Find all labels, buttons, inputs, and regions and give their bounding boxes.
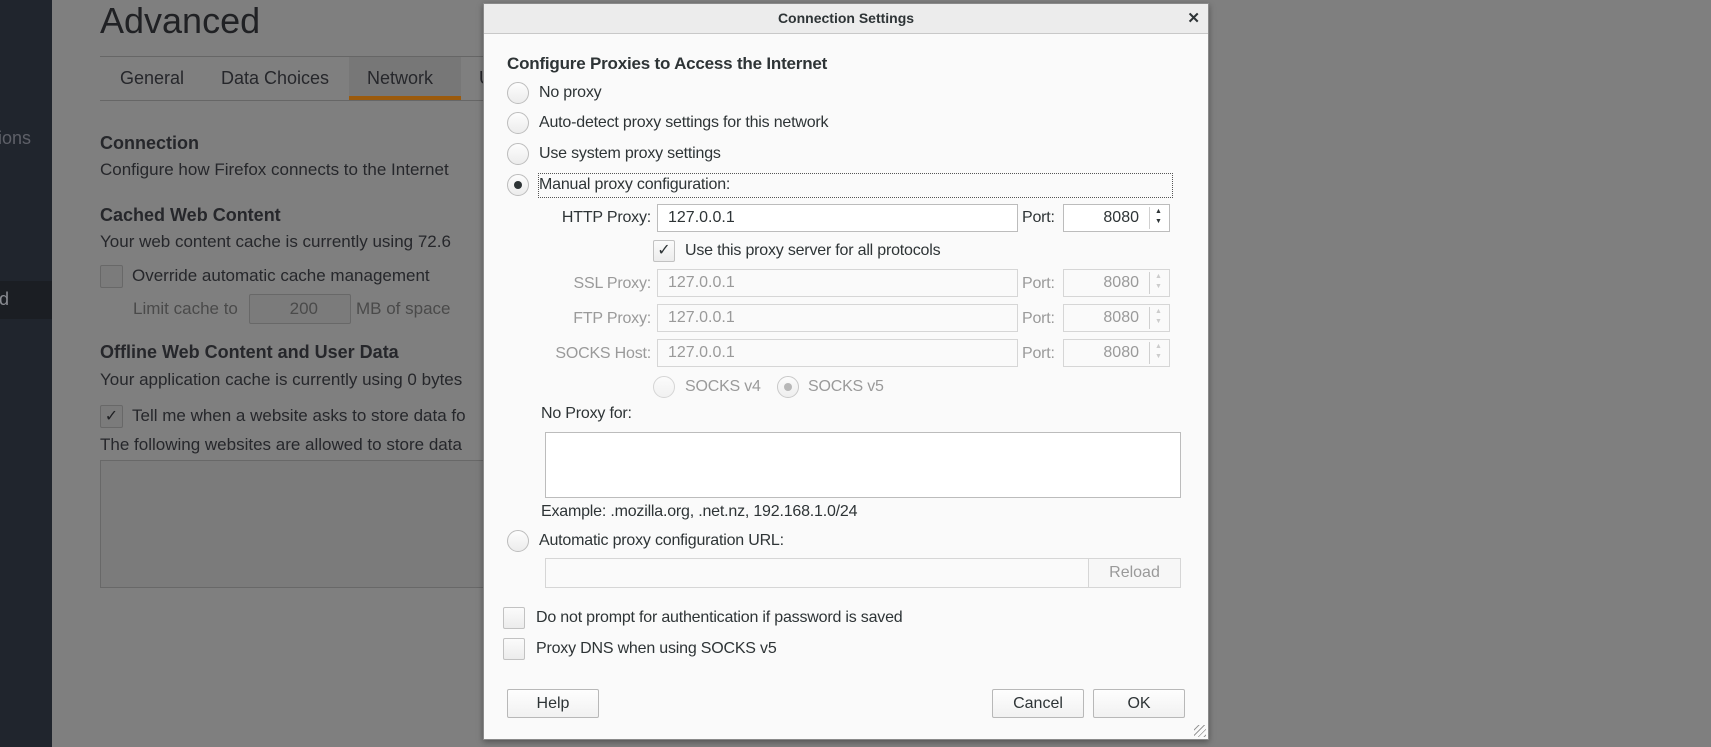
limit-cache-value: 200 (289, 299, 318, 318)
reload-button[interactable]: Reload (1088, 558, 1181, 588)
proxy-dns-label: Proxy DNS when using SOCKS v5 (536, 640, 777, 657)
auto-config-url-radio[interactable] (507, 530, 529, 552)
manual-proxy-label: Manual proxy configuration: (539, 176, 731, 193)
sidebar: ions d (0, 0, 52, 747)
cache-heading: Cached Web Content (100, 205, 281, 225)
spin-down-icon[interactable]: ▼ (1150, 217, 1167, 227)
no-proxy-radio[interactable] (507, 82, 529, 104)
checkmark-icon: ✓ (657, 242, 671, 259)
socks-host-label: SOCKS Host: (555, 345, 651, 362)
port-spinner[interactable]: ▲ ▼ (1149, 272, 1167, 294)
tell-me-checkbox[interactable]: ✓ (100, 405, 123, 428)
port-spinner[interactable]: ▲ ▼ (1149, 207, 1167, 229)
dialog-titlebar[interactable]: Connection Settings ✕ (484, 4, 1208, 34)
cache-desc: Your web content cache is currently usin… (100, 232, 451, 251)
http-port-label: Port: (1022, 209, 1055, 226)
auto-detect-label: Auto-detect proxy settings for this netw… (539, 114, 829, 131)
ok-button[interactable]: OK (1093, 689, 1185, 718)
ssl-proxy-value: 127.0.0.1 (668, 274, 735, 291)
port-spinner[interactable]: ▲ ▼ (1149, 342, 1167, 364)
socks-v4-label: SOCKS v4 (685, 378, 761, 395)
socks-port-input[interactable]: 8080 ▲ ▼ (1063, 339, 1170, 367)
connection-heading: Connection (100, 133, 199, 153)
proxy-dns-checkbox[interactable] (503, 638, 525, 660)
socks-host-input[interactable]: 127.0.0.1 (657, 339, 1018, 367)
offline-desc: Your application cache is currently usin… (100, 370, 463, 389)
ftp-proxy-value: 127.0.0.1 (668, 309, 735, 326)
close-icon[interactable]: ✕ (1187, 9, 1200, 27)
page-title: Advanced (100, 0, 261, 41)
system-proxy-label: Use system proxy settings (539, 145, 721, 162)
no-proxy-label: No proxy (539, 84, 602, 101)
tabs-bottom-divider (100, 100, 500, 101)
proxy-heading: Configure Proxies to Access the Internet (507, 54, 828, 73)
auto-detect-radio[interactable] (507, 112, 529, 134)
http-proxy-label: HTTP Proxy: (561, 209, 651, 226)
spin-up-icon[interactable]: ▲ (1150, 207, 1167, 217)
port-spinner[interactable]: ▲ ▼ (1149, 307, 1167, 329)
socks-v5-radio[interactable] (777, 376, 799, 398)
no-prompt-auth-checkbox[interactable] (503, 607, 525, 629)
connection-desc: Configure how Firefox connects to the In… (100, 160, 449, 179)
socks-host-value: 127.0.0.1 (668, 344, 735, 361)
cancel-button[interactable]: Cancel (992, 689, 1084, 718)
auto-config-url-input[interactable] (545, 558, 1089, 588)
ssl-proxy-label: SSL Proxy: (573, 275, 652, 292)
system-proxy-radio[interactable] (507, 143, 529, 165)
ssl-port-input[interactable]: 8080 ▲ ▼ (1063, 269, 1170, 297)
all-protocols-label: Use this proxy server for all protocols (685, 242, 941, 259)
auto-config-url-label: Automatic proxy configuration URL: (539, 532, 784, 549)
sidebar-item-advanced[interactable]: d (0, 281, 52, 319)
tell-me-label: Tell me when a website asks to store dat… (132, 406, 466, 425)
sidebar-item-label: d (0, 289, 10, 309)
socks-port-label: Port: (1022, 345, 1055, 362)
http-proxy-input[interactable]: 127.0.0.1 (657, 204, 1018, 232)
checkmark-icon: ✓ (104, 408, 119, 425)
help-button[interactable]: Help (507, 689, 599, 718)
tab-general[interactable]: General (102, 57, 202, 100)
allowed-sites-label: The following websites are allowed to st… (100, 435, 462, 454)
http-port-value: 8080 (1103, 209, 1139, 226)
all-protocols-checkbox[interactable]: ✓ (653, 240, 675, 262)
tab-data-choices[interactable]: Data Choices (203, 57, 347, 100)
no-proxy-for-label: No Proxy for: (541, 405, 632, 422)
socks-port-value: 8080 (1103, 344, 1139, 361)
allowed-sites-list[interactable] (100, 460, 500, 588)
ftp-port-value: 8080 (1103, 309, 1139, 326)
ftp-port-label: Port: (1022, 310, 1055, 327)
sidebar-item-label: ions (0, 128, 32, 148)
dialog-title: Connection Settings (777, 10, 915, 26)
no-prompt-auth-label: Do not prompt for authentication if pass… (536, 609, 903, 626)
offline-heading: Offline Web Content and User Data (100, 342, 399, 362)
limit-cache-unit: MB of space (356, 299, 451, 318)
no-proxy-example: Example: .mozilla.org, .net.nz, 192.168.… (541, 503, 858, 520)
http-port-input[interactable]: 8080 ▲ ▼ (1063, 204, 1170, 232)
socks-v4-radio[interactable] (653, 376, 675, 398)
no-proxy-for-textarea[interactable] (545, 432, 1181, 498)
sidebar-item-applications[interactable]: ions (0, 128, 31, 149)
limit-cache-label: Limit cache to (133, 299, 238, 318)
limit-cache-input[interactable]: 200 (249, 294, 351, 324)
ssl-port-value: 8080 (1103, 274, 1139, 291)
manual-proxy-radio[interactable] (507, 174, 529, 196)
tab-network[interactable]: Network (349, 57, 461, 100)
override-cache-label: Override automatic cache management (132, 266, 430, 285)
connection-settings-dialog: Connection Settings ✕ Configure Proxies … (483, 3, 1209, 740)
resize-grip-icon[interactable] (1194, 725, 1206, 737)
ftp-port-input[interactable]: 8080 ▲ ▼ (1063, 304, 1170, 332)
socks-v5-label: SOCKS v5 (808, 378, 884, 395)
ftp-proxy-label: FTP Proxy: (573, 310, 651, 327)
ftp-proxy-input[interactable]: 127.0.0.1 (657, 304, 1018, 332)
ssl-port-label: Port: (1022, 275, 1055, 292)
override-cache-checkbox[interactable] (100, 265, 123, 288)
http-proxy-value: 127.0.0.1 (668, 209, 735, 226)
ssl-proxy-input[interactable]: 127.0.0.1 (657, 269, 1018, 297)
